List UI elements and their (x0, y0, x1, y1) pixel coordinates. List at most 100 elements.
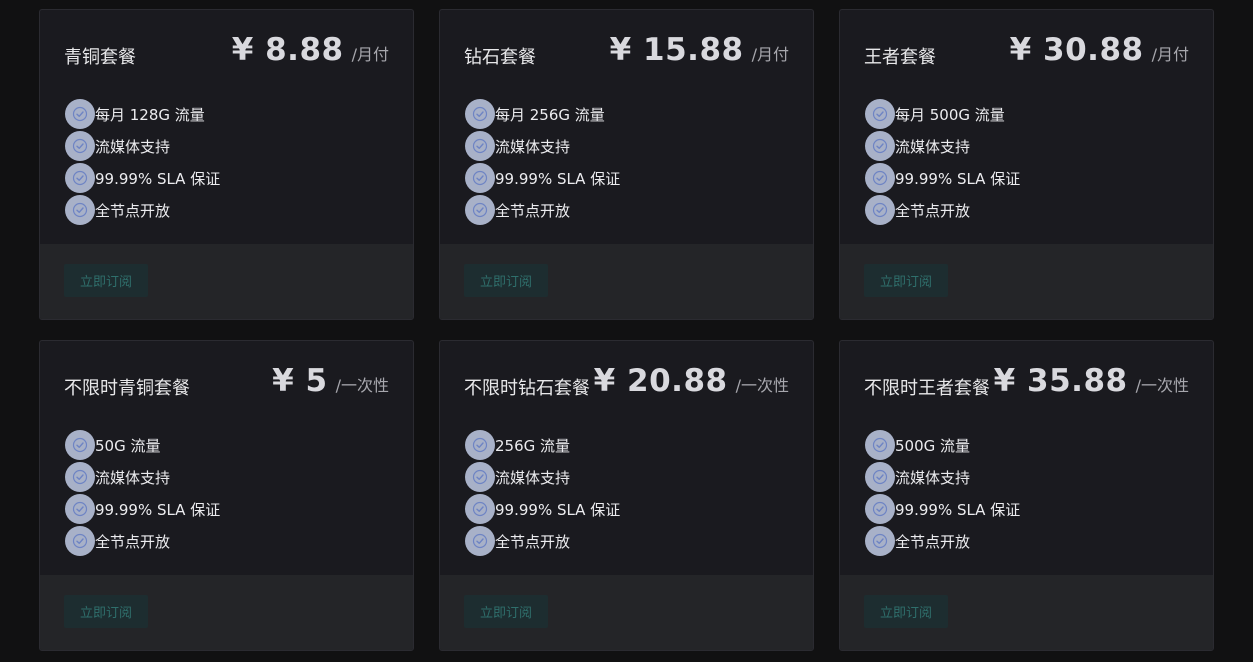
price-block: ¥ 35.88 /一次性 (994, 363, 1189, 399)
feature-list: 每月 500G 流量 流媒体支持 99.99% SLA 保证 全节点开放 (864, 98, 1189, 226)
feature-item: 每月 128G 流量 (64, 98, 389, 130)
subscribe-button[interactable]: 立即订阅 (64, 264, 148, 297)
feature-list: 每月 128G 流量 流媒体支持 99.99% SLA 保证 全节点开放 (64, 98, 389, 226)
feature-list: 256G 流量 流媒体支持 99.99% SLA 保证 全节点开放 (464, 429, 789, 557)
plan-card-diamond-unlimited: 不限时钻石套餐 ¥ 20.88 /一次性 256G 流量 流媒体支持 99.99 (439, 340, 814, 651)
plan-name: 不限时钻石套餐 (464, 378, 590, 399)
check-circle-icon (65, 99, 95, 129)
card-footer: 立即订阅 (40, 575, 413, 650)
plan-period: /月付 (751, 45, 789, 64)
plan-name: 不限时青铜套餐 (64, 378, 190, 399)
feature-label: 50G 流量 (95, 436, 161, 455)
plan-name: 钻石套餐 (464, 47, 536, 68)
plan-card-diamond-monthly: 钻石套餐 ¥ 15.88 /月付 每月 256G 流量 流媒体支持 99.99% (439, 9, 814, 320)
feature-item: 99.99% SLA 保证 (864, 493, 1189, 525)
feature-item: 每月 500G 流量 (864, 98, 1189, 130)
feature-item: 全节点开放 (64, 194, 389, 226)
feature-item: 流媒体支持 (864, 461, 1189, 493)
feature-label: 99.99% SLA 保证 (95, 500, 221, 519)
plan-name: 不限时王者套餐 (864, 378, 990, 399)
feature-label: 流媒体支持 (895, 137, 971, 156)
plan-price: ¥ 30.88 (1009, 32, 1144, 68)
feature-label: 500G 流量 (895, 436, 971, 455)
price-block: ¥ 5 /一次性 (272, 363, 389, 399)
plan-period: /一次性 (335, 376, 389, 395)
plan-period: /一次性 (735, 376, 789, 395)
feature-item: 全节点开放 (464, 194, 789, 226)
feature-label: 流媒体支持 (95, 137, 171, 156)
feature-label: 全节点开放 (895, 532, 971, 551)
card-header: 不限时青铜套餐 ¥ 5 /一次性 (64, 341, 389, 429)
card-body: 青铜套餐 ¥ 8.88 /月付 每月 128G 流量 流媒体支持 99.99% (40, 10, 413, 245)
feature-item: 256G 流量 (464, 429, 789, 461)
feature-label: 每月 128G 流量 (95, 105, 205, 124)
feature-item: 流媒体支持 (64, 461, 389, 493)
check-circle-icon (65, 430, 95, 460)
check-circle-icon (865, 494, 895, 524)
subscribe-button[interactable]: 立即订阅 (864, 595, 948, 628)
feature-label: 99.99% SLA 保证 (95, 169, 221, 188)
feature-label: 流媒体支持 (95, 468, 171, 487)
feature-label: 流媒体支持 (495, 137, 571, 156)
price-block: ¥ 30.88 /月付 (1010, 32, 1189, 68)
check-circle-icon (465, 195, 495, 225)
feature-label: 每月 500G 流量 (895, 105, 1005, 124)
feature-item: 99.99% SLA 保证 (464, 493, 789, 525)
feature-item: 流媒体支持 (464, 130, 789, 162)
subscribe-button[interactable]: 立即订阅 (64, 595, 148, 628)
feature-label: 全节点开放 (95, 532, 171, 551)
feature-item: 全节点开放 (864, 525, 1189, 557)
check-circle-icon (865, 195, 895, 225)
feature-label: 99.99% SLA 保证 (495, 500, 621, 519)
card-footer: 立即订阅 (440, 244, 813, 319)
card-footer: 立即订阅 (840, 575, 1213, 650)
feature-label: 99.99% SLA 保证 (895, 500, 1021, 519)
check-circle-icon (65, 163, 95, 193)
subscribe-button[interactable]: 立即订阅 (464, 595, 548, 628)
card-header: 青铜套餐 ¥ 8.88 /月付 (64, 10, 389, 98)
subscribe-button[interactable]: 立即订阅 (464, 264, 548, 297)
feature-item: 全节点开放 (464, 525, 789, 557)
check-circle-icon (465, 494, 495, 524)
check-circle-icon (65, 195, 95, 225)
check-circle-icon (65, 131, 95, 161)
card-body: 不限时青铜套餐 ¥ 5 /一次性 50G 流量 流媒体支持 99.99% SLA (40, 341, 413, 576)
check-circle-icon (465, 526, 495, 556)
price-block: ¥ 8.88 /月付 (232, 32, 389, 68)
plan-price: ¥ 8.88 (231, 32, 344, 68)
check-circle-icon (465, 163, 495, 193)
card-header: 不限时王者套餐 ¥ 35.88 /一次性 (864, 341, 1189, 429)
plan-card-king-monthly: 王者套餐 ¥ 30.88 /月付 每月 500G 流量 流媒体支持 99.99% (839, 9, 1214, 320)
plan-card-bronze-unlimited: 不限时青铜套餐 ¥ 5 /一次性 50G 流量 流媒体支持 99.99% SLA (39, 340, 414, 651)
check-circle-icon (65, 526, 95, 556)
feature-item: 99.99% SLA 保证 (64, 493, 389, 525)
feature-label: 每月 256G 流量 (495, 105, 605, 124)
feature-item: 99.99% SLA 保证 (64, 162, 389, 194)
check-circle-icon (465, 462, 495, 492)
card-header: 不限时钻石套餐 ¥ 20.88 /一次性 (464, 341, 789, 429)
feature-list: 500G 流量 流媒体支持 99.99% SLA 保证 全节点开放 (864, 429, 1189, 557)
feature-label: 全节点开放 (895, 201, 971, 220)
plan-price: ¥ 5 (272, 363, 328, 399)
feature-item: 流媒体支持 (464, 461, 789, 493)
plan-price: ¥ 20.88 (593, 363, 728, 399)
plan-period: /月付 (351, 45, 389, 64)
card-footer: 立即订阅 (840, 244, 1213, 319)
plan-grid: 青铜套餐 ¥ 8.88 /月付 每月 128G 流量 流媒体支持 99.99% (39, 9, 1214, 651)
feature-label: 256G 流量 (495, 436, 571, 455)
plan-price: ¥ 15.88 (609, 32, 744, 68)
feature-item: 99.99% SLA 保证 (864, 162, 1189, 194)
card-body: 不限时王者套餐 ¥ 35.88 /一次性 500G 流量 流媒体支持 99.99 (840, 341, 1213, 576)
price-block: ¥ 15.88 /月付 (610, 32, 789, 68)
check-circle-icon (865, 430, 895, 460)
plan-period: /一次性 (1135, 376, 1189, 395)
check-circle-icon (865, 526, 895, 556)
feature-item: 全节点开放 (864, 194, 1189, 226)
plan-name: 青铜套餐 (64, 47, 136, 68)
price-block: ¥ 20.88 /一次性 (594, 363, 789, 399)
card-footer: 立即订阅 (40, 244, 413, 319)
check-circle-icon (865, 99, 895, 129)
subscribe-button[interactable]: 立即订阅 (864, 264, 948, 297)
check-circle-icon (65, 462, 95, 492)
check-circle-icon (465, 430, 495, 460)
